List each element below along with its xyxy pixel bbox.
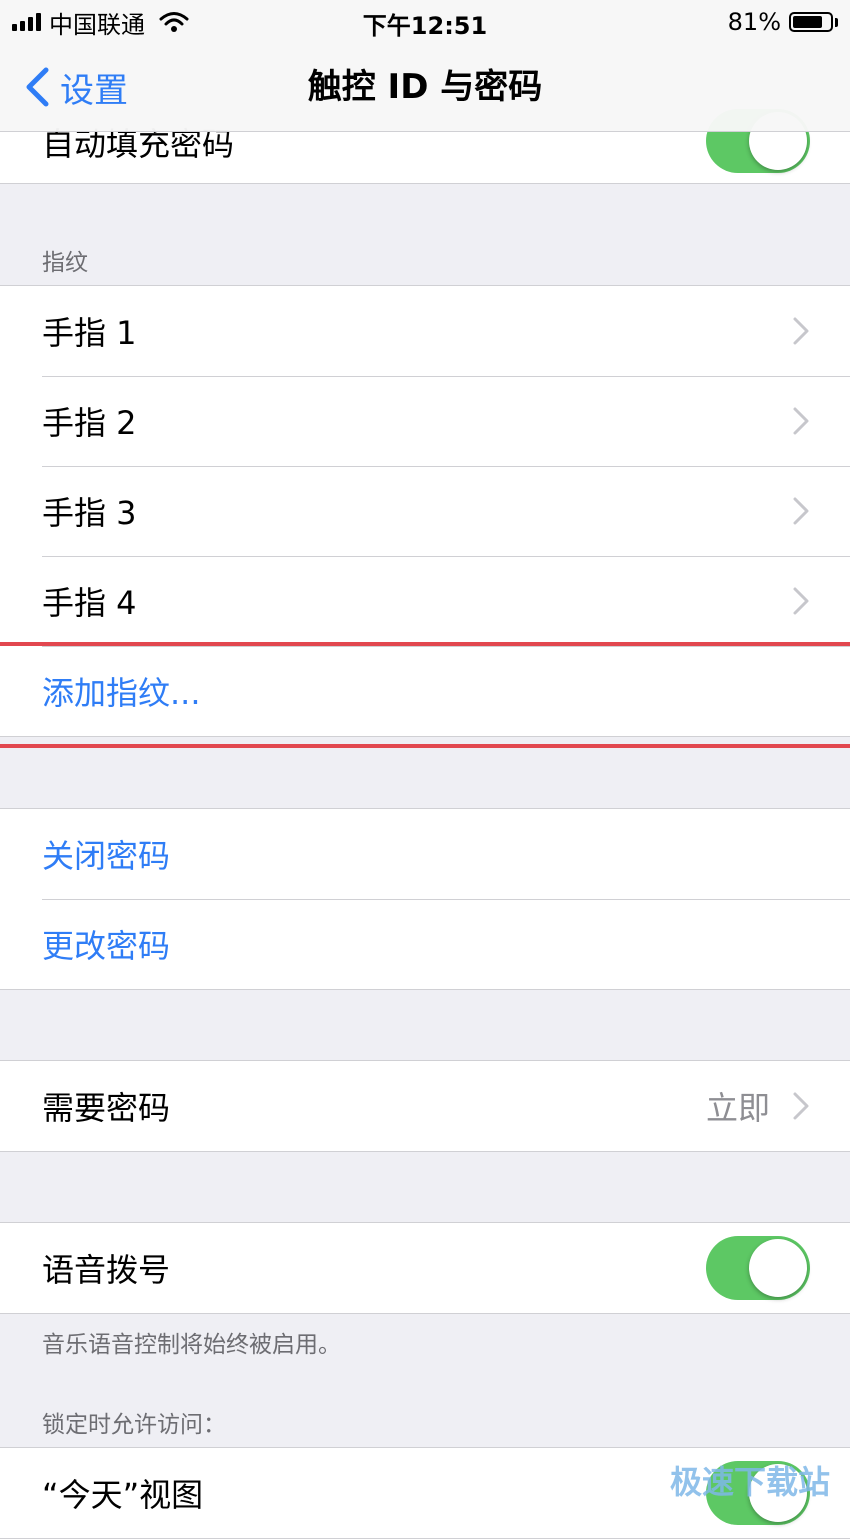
add-fingerprint-row[interactable]: 添加指纹... (0, 646, 850, 736)
turn-off-passcode-label: 关闭密码 (42, 837, 171, 875)
finger-label: 手指 4 (42, 584, 137, 622)
page-title: 触控 ID 与密码 (307, 67, 543, 107)
highlight-line-top (0, 642, 850, 646)
chevron-right-icon (793, 407, 809, 435)
status-bar: 中国联通 下午12:51 81% (0, 0, 850, 44)
battery-info: 81% (728, 6, 838, 38)
require-passcode-group: 需要密码 立即 (0, 1060, 850, 1152)
locked-access-header: 锁定时允许访问： (42, 1412, 226, 1438)
navigation-bar: 设置 触控 ID 与密码 (0, 44, 850, 132)
finger-label: 手指 3 (42, 494, 137, 532)
require-passcode-row[interactable]: 需要密码 立即 (0, 1061, 850, 1151)
voice-dial-label: 语音拨号 (42, 1251, 171, 1289)
watermark-logo: 极速下载站 (669, 1463, 830, 1501)
finger-label: 手指 1 (42, 314, 137, 352)
turn-off-passcode-row[interactable]: 关闭密码 (0, 809, 850, 899)
passcode-group: 关闭密码 更改密码 (0, 808, 850, 990)
chevron-right-icon (793, 317, 809, 345)
finger-row-3[interactable]: 手指 3 (0, 466, 850, 556)
finger-row-1[interactable]: 手指 1 (0, 286, 850, 376)
battery-percent: 81% (727, 8, 781, 36)
voice-dial-footer: 音乐语音控制将始终被启用。 (42, 1332, 341, 1358)
battery-icon (789, 12, 833, 32)
change-passcode-label: 更改密码 (42, 927, 171, 965)
require-passcode-label: 需要密码 (42, 1089, 171, 1127)
battery-fill (793, 16, 822, 28)
require-passcode-value: 立即 (705, 1089, 770, 1127)
add-fingerprint-label: 添加指纹... (42, 674, 201, 712)
chevron-right-icon (793, 1092, 809, 1120)
toggle-knob (749, 1239, 807, 1297)
voice-dial-row[interactable]: 语音拨号 (0, 1223, 850, 1313)
status-time: 下午12:51 (362, 12, 488, 40)
voice-dial-toggle[interactable] (706, 1236, 810, 1300)
today-view-label: “今天”视图 (42, 1476, 204, 1514)
voice-dial-group: 语音拨号 (0, 1222, 850, 1314)
chevron-right-icon (793, 497, 809, 525)
fingerprint-group: 手指 1 手指 2 手指 3 手指 4 添加指纹... (0, 285, 850, 737)
fingerprint-section-header: 指纹 (42, 250, 88, 276)
finger-row-4[interactable]: 手指 4 (0, 556, 850, 646)
finger-row-2[interactable]: 手指 2 (0, 376, 850, 466)
finger-label: 手指 2 (42, 404, 137, 442)
chevron-right-icon (793, 587, 809, 615)
settings-content: 自动填充密码 指纹 手指 1 手指 2 手指 3 手指 4 添加指纹... 关闭… (0, 0, 850, 1539)
highlight-line-bottom (0, 744, 850, 748)
battery-cap (835, 17, 838, 27)
change-passcode-row[interactable]: 更改密码 (0, 899, 850, 989)
